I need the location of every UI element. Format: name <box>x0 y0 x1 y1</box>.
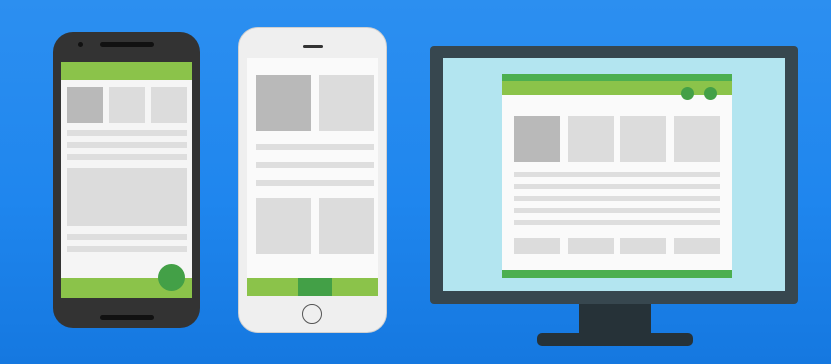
phone-bottom-speaker <box>100 315 154 320</box>
text-line <box>256 144 374 150</box>
image-placeholder <box>67 87 103 123</box>
text-line <box>514 208 720 213</box>
text-line <box>514 184 720 189</box>
window-title-bar <box>502 74 732 81</box>
image-placeholder <box>674 116 720 162</box>
image-placeholder <box>319 75 374 131</box>
button-placeholder <box>568 238 614 254</box>
button-placeholder <box>674 238 720 254</box>
monitor-neck <box>579 304 651 336</box>
tab-bar-active-item[interactable] <box>298 278 332 296</box>
image-placeholder <box>620 116 666 162</box>
desktop-monitor <box>430 46 798 304</box>
android-screen <box>61 62 192 298</box>
text-line <box>67 130 187 136</box>
text-line <box>256 162 374 168</box>
image-placeholder <box>568 116 614 162</box>
phone-camera-icon <box>78 42 83 47</box>
image-placeholder <box>109 87 145 123</box>
app-bar <box>61 62 192 80</box>
card-placeholder <box>67 168 187 226</box>
phone-speaker <box>100 42 154 47</box>
text-line <box>514 196 720 201</box>
android-phone <box>53 32 200 328</box>
home-button-icon[interactable] <box>302 304 322 324</box>
monitor-screen <box>443 58 785 291</box>
image-placeholder <box>319 198 374 254</box>
text-line <box>514 220 720 225</box>
image-placeholder <box>514 116 560 162</box>
iphone-screen <box>247 58 378 296</box>
monitor-stand-base <box>537 333 693 346</box>
button-placeholder <box>514 238 560 254</box>
responsive-devices-illustration <box>0 0 831 364</box>
phone-speaker <box>303 45 323 48</box>
window-footer-bar <box>502 270 732 278</box>
image-placeholder <box>151 87 187 123</box>
image-placeholder <box>256 75 311 131</box>
text-line <box>67 154 187 160</box>
window-control-dot-icon[interactable] <box>704 87 717 100</box>
browser-window <box>502 74 732 278</box>
text-line <box>67 234 187 240</box>
text-line <box>67 246 187 252</box>
image-placeholder <box>256 198 311 254</box>
text-line <box>67 142 187 148</box>
window-control-dot-icon[interactable] <box>681 87 694 100</box>
window-header-bar <box>502 81 732 95</box>
text-line <box>256 180 374 186</box>
button-placeholder <box>620 238 666 254</box>
text-line <box>514 172 720 177</box>
iphone <box>238 27 387 333</box>
fab-circle-icon[interactable] <box>158 264 185 291</box>
